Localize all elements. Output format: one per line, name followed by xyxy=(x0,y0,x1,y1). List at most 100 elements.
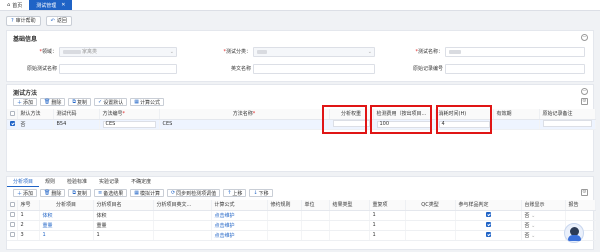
note-cell[interactable] xyxy=(539,119,596,130)
method-table: 默认方法 测试代码 方法编号* 方法名称* 分析权重 检测费用（按出项目... … xyxy=(7,109,596,130)
tab-test-management[interactable]: 测试管理 ✕ xyxy=(29,0,73,10)
calculator-icon: ▦ xyxy=(134,99,139,105)
method-no-cell[interactable]: CES xyxy=(99,119,160,130)
column-header: 参与样品判定 xyxy=(455,200,522,211)
test-class-select[interactable]: ⌄ xyxy=(253,47,375,57)
trash-icon: 🗑 xyxy=(44,190,51,196)
table-row[interactable]: 2 重量 重量 点击维护 1 否 ⌄ xyxy=(7,220,596,231)
chevron-down-icon: ⌄ xyxy=(531,222,536,229)
column-header: QC类型 xyxy=(405,200,456,211)
column-header: 修约规则 xyxy=(267,200,302,211)
column-header: 有效期 xyxy=(493,109,540,120)
ledger-select[interactable]: 否 ⌄ xyxy=(521,230,566,241)
alt-result-button[interactable]: ≡ 备选结果 xyxy=(94,189,128,197)
row-checkbox[interactable] xyxy=(10,222,15,227)
tab-records[interactable]: 实验记录 xyxy=(93,177,125,187)
close-icon[interactable]: ✕ xyxy=(61,2,65,8)
trash-icon: 🗑 xyxy=(44,99,51,105)
judge-checkbox[interactable] xyxy=(485,222,491,227)
origin-name-input[interactable] xyxy=(59,64,177,74)
item-link[interactable]: 1 xyxy=(39,230,94,241)
column-header: 测试代码 xyxy=(53,109,100,120)
english-name-input[interactable] xyxy=(253,64,375,74)
select-all-checkbox[interactable] xyxy=(10,110,15,116)
column-header: 原始记录备注 xyxy=(539,109,596,120)
panel-title: 测试方法 xyxy=(13,90,38,97)
tab-standards[interactable]: 检验标准 xyxy=(61,177,93,187)
item-link[interactable]: 重量 xyxy=(39,220,94,231)
record-no-input[interactable] xyxy=(445,64,585,74)
settings-icon[interactable]: ⚙ xyxy=(581,189,588,196)
settings-icon[interactable]: ⚙ xyxy=(581,98,588,105)
time-cell[interactable]: 4 xyxy=(435,119,494,130)
test-method-panel: 测试方法 − ＋添加 🗑 删除 ⧉ 复制 ✓ 设置默认 ▦ 计算公式 ⚙ 默认方法 测试… xyxy=(6,84,596,172)
formula-link[interactable]: 点击维护 xyxy=(211,230,268,241)
simulate-button[interactable]: ▦ 模拟计算 xyxy=(130,189,164,197)
tab-home[interactable]: ⌂ 首页 xyxy=(0,0,29,10)
copy-icon: ⧉ xyxy=(72,190,76,196)
sync-button[interactable]: ⟳ 同步到检测项调值 xyxy=(166,189,221,197)
record-no-label: 原始记录编号 xyxy=(412,66,443,72)
sync-icon: ⟳ xyxy=(170,190,176,196)
select-all-checkbox[interactable] xyxy=(10,201,15,207)
column-header: 计算公式 xyxy=(211,200,268,211)
move-down-button[interactable]: ↓ 下移 xyxy=(249,189,273,197)
tab-analysis-items[interactable]: 分析项目 xyxy=(7,177,40,187)
code-cell: B54 xyxy=(53,119,100,130)
formula-link[interactable]: 点击维护 xyxy=(211,220,268,231)
column-header: 重复项 xyxy=(369,200,406,211)
item-link[interactable]: 体积 xyxy=(39,210,94,221)
list-icon: ≡ xyxy=(98,190,103,196)
tab-rules[interactable]: 规则 xyxy=(39,177,61,187)
formula-button[interactable]: ▦ 计算公式 xyxy=(130,98,164,106)
tab-uncertainty[interactable]: 不确定度 xyxy=(125,177,157,187)
field-select[interactable]: 家禽类 ⌄ xyxy=(59,47,177,57)
row-checkbox[interactable] xyxy=(10,232,15,237)
formula-link[interactable]: 点击维护 xyxy=(211,210,268,221)
validity-cell[interactable] xyxy=(493,119,540,130)
delete-item-button[interactable]: 🗑 删除 xyxy=(40,189,66,197)
ledger-select[interactable]: 否 ⌄ xyxy=(521,210,566,221)
table-row[interactable]: 3 1 1 点击维护 1 否 ⌄ xyxy=(7,230,596,241)
avatar-body-icon xyxy=(568,235,581,241)
move-up-button[interactable]: ↑ 上移 xyxy=(223,189,247,197)
method-toolbar: ＋添加 🗑 删除 ⧉ 复制 ✓ 设置默认 ▦ 计算公式 xyxy=(13,98,164,106)
copy-method-button[interactable]: ⧉ 复制 xyxy=(68,98,91,106)
add-item-button[interactable]: ＋添加 xyxy=(13,189,38,197)
method-name-cell[interactable]: CES xyxy=(159,119,330,130)
chevron-down-icon: ⌄ xyxy=(367,49,372,55)
weight-cell[interactable] xyxy=(329,119,374,130)
row-checkbox[interactable] xyxy=(10,212,15,217)
default-cell[interactable]: 否 xyxy=(17,119,54,130)
collapse-icon[interactable]: − xyxy=(581,34,588,41)
sub-tab-bar: 分析项目 规则 检验标准 实验记录 不确定度 xyxy=(7,177,157,187)
delete-method-button[interactable]: 🗑 删除 xyxy=(40,98,66,106)
page-toolbar: ? 审计帮助 ↶ 返回 xyxy=(0,11,600,30)
arrow-down-icon: ↓ xyxy=(253,190,258,196)
judge-checkbox[interactable] xyxy=(485,212,491,217)
judge-checkbox[interactable] xyxy=(485,232,491,237)
column-header: 分析项目英文... xyxy=(153,200,212,211)
table-row[interactable]: 否 B54 CES CES 100 4 xyxy=(7,119,596,130)
column-header: 方法名称* xyxy=(159,109,330,120)
row-checkbox[interactable] xyxy=(10,121,15,126)
ledger-select[interactable]: 否 ⌄ xyxy=(521,220,566,231)
help-button[interactable]: ? 审计帮助 xyxy=(6,15,41,26)
column-header: 分析项目 xyxy=(39,200,94,211)
back-button[interactable]: ↶ 返回 xyxy=(45,15,72,26)
assistant-avatar[interactable] xyxy=(564,223,584,243)
table-header: 默认方法 测试代码 方法编号* 方法名称* 分析权重 检测费用（按出项目... … xyxy=(7,109,596,120)
fee-cell[interactable]: 100 xyxy=(373,119,436,130)
copy-item-button[interactable]: ⧉ 复制 xyxy=(68,189,91,197)
column-header: 序号 xyxy=(17,200,40,211)
table-row[interactable]: 1 体积 体积 点击维护 1 否 ⌄ xyxy=(7,210,596,221)
arrow-up-icon: ↑ xyxy=(227,190,232,196)
tab-bar: ⌂ 首页 测试管理 ✕ xyxy=(0,0,600,11)
chevron-down-icon: ⌄ xyxy=(169,49,174,55)
home-icon: ⌂ xyxy=(7,2,11,8)
add-method-button[interactable]: ＋添加 xyxy=(13,98,38,106)
check-icon: ✓ xyxy=(98,99,103,105)
collapse-icon[interactable]: − xyxy=(581,88,588,95)
test-name-input[interactable] xyxy=(445,47,585,57)
set-default-button[interactable]: ✓ 设置默认 xyxy=(94,98,128,106)
